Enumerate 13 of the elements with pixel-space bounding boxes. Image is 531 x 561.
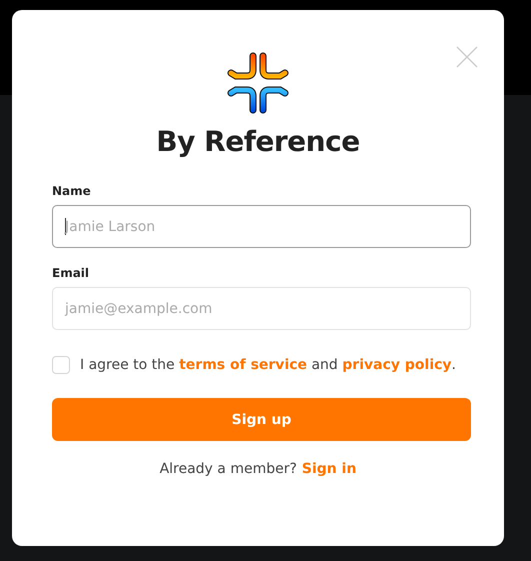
field-label: Name <box>52 184 92 198</box>
sign-up-button[interactable]: Sign up <box>52 398 471 441</box>
agreement-link[interactable]: privacy policy <box>342 357 452 373</box>
input-field[interactable]: jamie@example.com <box>52 287 471 330</box>
agreement-link[interactable]: terms of service <box>179 357 308 373</box>
footer-text: Already a member? <box>160 461 297 477</box>
sign-in-link[interactable]: Sign in <box>302 461 356 477</box>
close-icon[interactable] <box>456 46 478 68</box>
agreement-text: I agree to the terms of service and privacy policy. <box>80 357 456 373</box>
field-label: Email <box>52 266 90 280</box>
logo-icon <box>227 52 289 114</box>
agree-checkbox[interactable] <box>52 356 70 374</box>
dialog-title: By Reference <box>156 124 360 160</box>
